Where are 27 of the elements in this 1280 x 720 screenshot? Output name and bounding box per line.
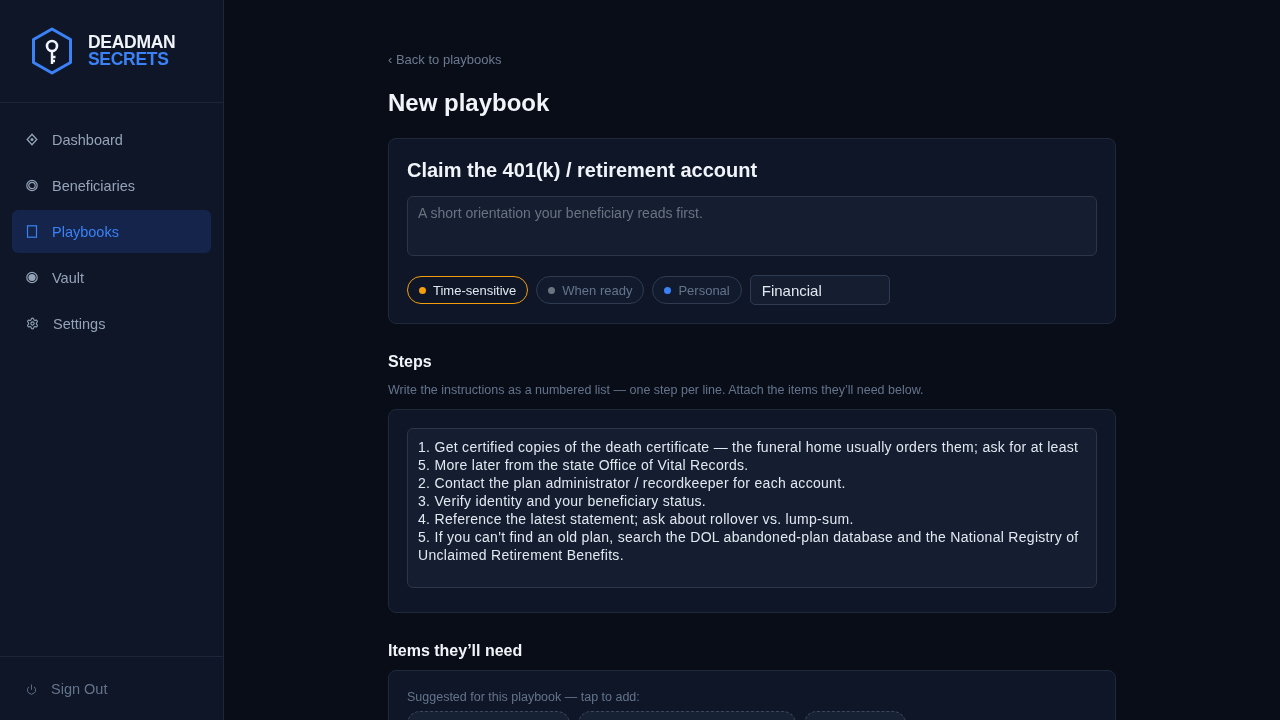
section-heading: Items they’ll need	[388, 641, 524, 661]
steps-field[interactable]: 1. Get certified copies of the death certificate — the funeral home usually orders them; ask for at least 5. More later from the state Office of Vital Records. 2. Contact the plan administrator / recordkeeper for each account. 3. Verify identity and your beneficiary status. 4. Reference the latest statement; ask about rollover vs. lump-sum. 5. If you can't find an old plan, search the DOL abandoned-plan database and the National Registry of Unclaimed Retirement Benefits.	[407, 428, 1097, 588]
rectangle-icon	[26, 225, 38, 238]
category-field[interactable]: Financial	[749, 275, 890, 305]
settings-icon	[26, 317, 39, 330]
nav-item[interactable]: Settings	[12, 302, 211, 345]
ring-dot-icon	[26, 271, 38, 284]
nav-item[interactable]: Dashboard	[12, 118, 211, 161]
hexagon-key-logo-icon	[31, 27, 73, 75]
hint-text: Suggested for this playbook — tap to add:	[407, 689, 641, 705]
power-icon	[26, 683, 37, 695]
logo-text: DEADMAN SECRETS	[88, 34, 176, 68]
sign-out-link[interactable]: Sign Out	[26, 681, 108, 697]
double-circle-icon	[26, 179, 38, 192]
back-link[interactable]: ‹ Back to playbooks	[388, 52, 502, 68]
nav-item[interactable]: Playbooks	[12, 210, 211, 253]
urgency-tag[interactable]: When ready	[536, 276, 645, 304]
urgency-tag[interactable]: Personal	[652, 276, 742, 304]
page-title: New playbook	[388, 88, 551, 118]
playbook-title: Claim the 401(k) / retirement account	[407, 158, 759, 183]
urgency-tag[interactable]: Time-sensitive	[407, 276, 529, 304]
nav-item[interactable]: Vault	[12, 256, 211, 299]
hint-text: Write the instructions as a numbered list — one step per line. Attach the items they’ll need below.	[388, 382, 925, 398]
section-heading: Steps	[388, 352, 433, 372]
diamond-icon	[26, 133, 38, 146]
nav-item[interactable]: Beneficiaries	[12, 164, 211, 207]
summary-field[interactable]: A short orientation your beneficiary reads first.	[407, 196, 1097, 256]
